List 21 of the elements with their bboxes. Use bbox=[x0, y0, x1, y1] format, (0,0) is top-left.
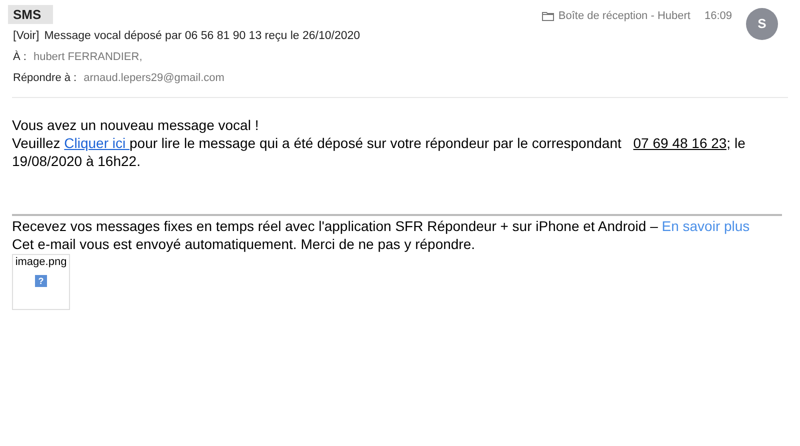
learn-more-link[interactable]: En savoir plus bbox=[662, 218, 750, 234]
promo-text: Recevez vos messages fixes en temps réel avec l'application SFR Répondeur + sur iPhone et Android – En savoir plus bbox=[12, 217, 751, 235]
click-here-link[interactable]: Cliquer ici bbox=[64, 135, 130, 151]
recipient-name[interactable]: hubert FERRANDIER, bbox=[33, 49, 142, 66]
broken-image-icon: ? bbox=[35, 275, 47, 287]
subject-tag: [Voir] bbox=[13, 28, 40, 46]
email-subject: Message vocal déposé par 06 56 81 90 13 reçu le 26/10/2020 bbox=[44, 29, 360, 44]
folder-name: Boîte de réception - Hubert bbox=[558, 9, 690, 24]
sender-name: SMS bbox=[8, 5, 53, 24]
message-paragraph: Veuillez Cliquer ici pour lire le message qui a été déposé sur votre répondeur par le correspondant 07 69 48 16 23; le 19/08/2020 à 16h22. bbox=[12, 134, 746, 170]
image-filename: image.png bbox=[15, 255, 67, 269]
to-label: À : bbox=[13, 50, 26, 66]
auto-email-notice: Cet e-mail vous est envoyé automatiquement. Merci de ne pas y répondre. bbox=[12, 235, 476, 253]
image-attachment[interactable]: image.png ? bbox=[12, 254, 70, 310]
email-time: 16:09 bbox=[704, 9, 732, 24]
sender-avatar: S bbox=[746, 8, 778, 40]
folder-icon bbox=[542, 11, 554, 22]
message-heading: Vous avez un nouveau message vocal ! bbox=[12, 116, 260, 134]
phone-link[interactable]: 07 69 48 16 23; bbox=[633, 135, 731, 151]
reply-to-address[interactable]: arnaud.lepers29@gmail.com bbox=[84, 70, 224, 87]
reply-to-label: Répondre à : bbox=[13, 71, 77, 86]
